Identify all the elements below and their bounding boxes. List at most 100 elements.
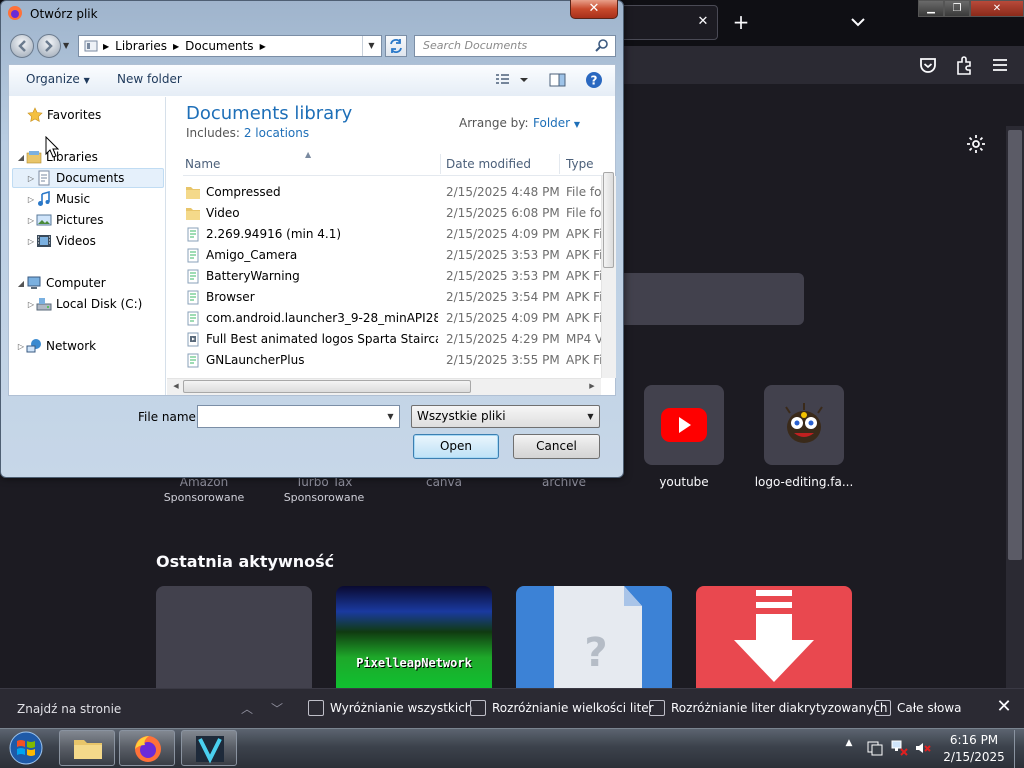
address-dropdown-icon[interactable]: ▼	[362, 36, 380, 56]
gear-icon[interactable]	[964, 132, 988, 156]
hamburger-menu-icon[interactable]	[988, 54, 1012, 76]
column-separator[interactable]	[559, 154, 560, 174]
collapsed-arrow-icon[interactable]: ▷	[26, 300, 36, 309]
collapsed-arrow-icon[interactable]: ▷	[26, 174, 36, 183]
organize-label: Organize	[26, 72, 80, 86]
forward-button[interactable]	[37, 34, 61, 58]
file-row[interactable]: Compressed 2/15/2025 4:48 PM File folder	[185, 182, 603, 203]
file-name: BatteryWarning	[206, 269, 300, 283]
start-button[interactable]	[6, 730, 46, 766]
dialog-close-icon[interactable]: ✕	[570, 0, 618, 19]
address-bar[interactable]: ▶ Libraries ▶ Documents ▶	[78, 35, 382, 57]
change-view-button[interactable]	[494, 72, 530, 88]
nav-music[interactable]: ▷ Music	[26, 189, 90, 209]
column-separator[interactable]	[440, 154, 441, 174]
organize-button[interactable]: Organize ▼	[26, 72, 90, 86]
window-close-icon[interactable]: ✕	[970, 0, 1024, 17]
collapsed-arrow-icon[interactable]: ▷	[26, 216, 36, 225]
column-date-modified[interactable]: Date modified	[446, 152, 556, 176]
file-row[interactable]: Full Best animated logos Sparta Staircas…	[185, 329, 603, 350]
collapsed-arrow-icon[interactable]: ▷	[26, 195, 36, 204]
file-row[interactable]: Browser 2/15/2025 3:54 PM APK File	[185, 287, 603, 308]
shortcut-logo-editing[interactable]	[764, 385, 844, 465]
vertical-scrollbar-thumb[interactable]	[603, 172, 614, 268]
scroll-left-icon[interactable]: ◀	[170, 380, 182, 393]
new-folder-button[interactable]: New folder	[117, 72, 182, 86]
file-name-input[interactable]	[197, 405, 400, 428]
newtab-search-box[interactable]	[612, 273, 804, 325]
restore-icon[interactable]: ❐	[944, 0, 970, 17]
refresh-button[interactable]	[385, 35, 407, 57]
file-row[interactable]: BatteryWarning 2/15/2025 3:53 PM APK File	[185, 266, 603, 287]
nav-pictures[interactable]: ▷ Pictures	[26, 210, 104, 230]
file-row[interactable]: Video 2/15/2025 6:08 PM File folder	[185, 203, 603, 224]
tray-expand-icon[interactable]: ▲	[842, 738, 856, 752]
pane-divider[interactable]	[165, 97, 166, 395]
expanded-arrow-icon[interactable]: ◢	[16, 153, 26, 162]
recent-card-1[interactable]	[156, 586, 312, 688]
chevron-down-icon[interactable]	[846, 10, 870, 34]
new-tab-icon[interactable]: +	[728, 10, 754, 36]
find-previous-icon[interactable]: ︿	[237, 700, 257, 716]
page-scrollbar-thumb[interactable]	[1008, 130, 1022, 560]
file-row[interactable]: GNLauncherPlus 2/15/2025 3:55 PM APK File	[185, 350, 603, 371]
help-button[interactable]: ?	[585, 71, 603, 89]
collapsed-arrow-icon[interactable]: ▷	[26, 237, 36, 246]
recent-card-3[interactable]: ?	[516, 586, 672, 688]
highlight-all-checkbox[interactable]	[308, 700, 324, 716]
back-button[interactable]	[10, 34, 34, 58]
expanded-arrow-icon[interactable]: ◢	[16, 279, 26, 288]
taskbar-explorer[interactable]	[59, 730, 115, 766]
network-disconnected-icon[interactable]	[890, 739, 908, 757]
minimize-icon[interactable]: ▁	[918, 0, 944, 17]
recent-card-2[interactable]: PixelleapNetwork	[336, 586, 492, 688]
extensions-icon[interactable]	[952, 54, 976, 76]
file-row[interactable]: 2.269.94916 (min 4.1) 2/15/2025 4:09 PM AP…	[185, 224, 603, 245]
window-controls: ▁ ❐ ✕	[918, 0, 1024, 18]
file-type-select[interactable]: Wszystkie pliki	[411, 405, 600, 428]
file-row[interactable]: Amigo_Camera 2/15/2025 3:53 PM APK File	[185, 245, 603, 266]
column-type[interactable]: Type	[566, 152, 603, 176]
taskbar-firefox[interactable]	[119, 730, 175, 766]
tab-close-icon[interactable]: ✕	[694, 12, 712, 32]
file-name-dropdown-icon[interactable]: ▼	[382, 406, 399, 427]
search-icon[interactable]	[594, 38, 610, 54]
match-case-checkbox[interactable]	[470, 700, 486, 716]
nav-favorites[interactable]: Favorites	[27, 105, 101, 125]
volume-muted-icon[interactable]	[914, 739, 932, 757]
open-button[interactable]: Open	[413, 434, 499, 459]
taskbar-video-editor[interactable]	[181, 730, 237, 766]
breadcrumb-documents[interactable]: Documents	[185, 39, 253, 53]
file-date: 2/15/2025 4:09 PM	[446, 227, 560, 241]
action-center-icon[interactable]	[866, 739, 884, 757]
arrange-by-dropdown[interactable]: Folder ▼	[533, 116, 580, 130]
nav-videos[interactable]: ▷ Videos	[26, 231, 96, 251]
recent-locations-icon[interactable]: ▼	[63, 41, 73, 51]
nav-network[interactable]: ▷ Network	[16, 336, 96, 356]
nav-documents[interactable]: ▷ Documents	[26, 168, 124, 188]
nav-local-disk[interactable]: ▷ Local Disk (C:)	[26, 294, 142, 314]
includes-locations-link[interactable]: 2 locations	[244, 126, 309, 140]
cancel-button[interactable]: Cancel	[513, 434, 600, 459]
search-input[interactable]: Search Documents	[414, 35, 616, 57]
file-type-dropdown-icon[interactable]: ▼	[582, 406, 599, 427]
clock-time[interactable]: 6:16 PM	[934, 733, 1014, 747]
show-desktop-button[interactable]	[1014, 730, 1024, 768]
file-row[interactable]: com.android.launcher3_9-28_minAPI28(... 2…	[185, 308, 603, 329]
shortcut-youtube[interactable]	[644, 385, 724, 465]
preview-pane-button[interactable]	[549, 72, 567, 88]
pocket-icon[interactable]	[916, 54, 940, 76]
find-input[interactable]: Znajdź na stronie	[17, 702, 121, 716]
find-next-icon[interactable]: ﹀	[267, 700, 287, 716]
collapsed-arrow-icon[interactable]: ▷	[16, 342, 26, 351]
find-close-icon[interactable]: ✕	[994, 698, 1014, 718]
whole-words-checkbox[interactable]	[875, 700, 891, 716]
breadcrumb-libraries[interactable]: Libraries	[115, 39, 167, 53]
recent-card-4[interactable]	[696, 586, 852, 688]
clock-date[interactable]: 2/15/2025	[934, 750, 1014, 764]
match-diacritics-checkbox[interactable]	[649, 700, 665, 716]
scroll-right-icon[interactable]: ▶	[586, 380, 598, 393]
arrow-left-icon	[18, 40, 26, 52]
horizontal-scrollbar-thumb[interactable]	[183, 380, 471, 393]
nav-computer[interactable]: ◢ Computer	[16, 273, 106, 293]
